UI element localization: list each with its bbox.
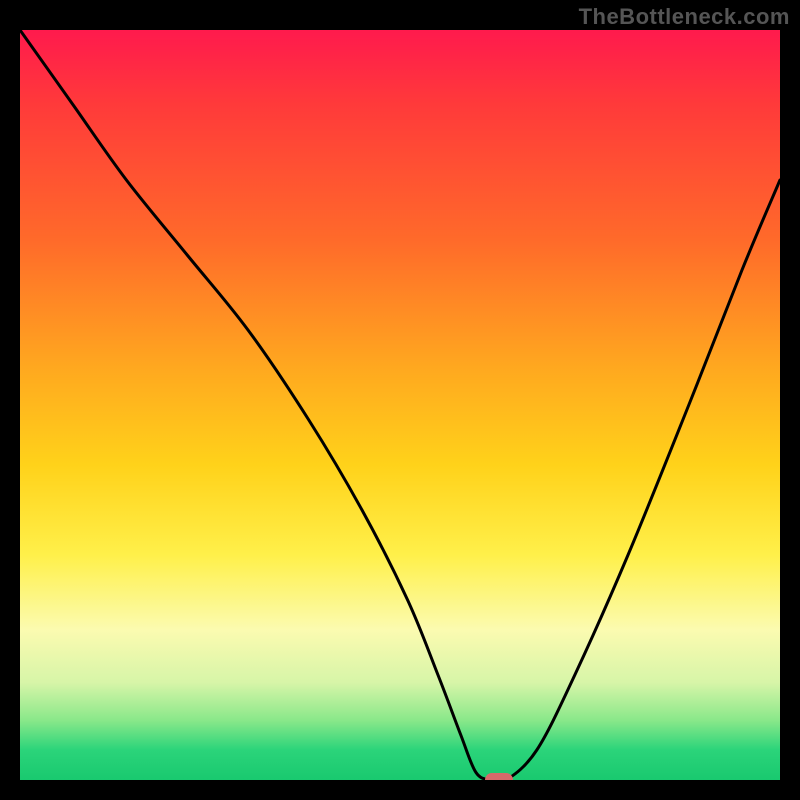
chart-frame: TheBottleneck.com bbox=[0, 0, 800, 800]
curve-path bbox=[20, 30, 780, 780]
watermark-text: TheBottleneck.com bbox=[579, 4, 790, 30]
bottleneck-curve bbox=[20, 30, 780, 780]
optimal-marker bbox=[485, 773, 513, 780]
plot-area bbox=[20, 30, 780, 780]
